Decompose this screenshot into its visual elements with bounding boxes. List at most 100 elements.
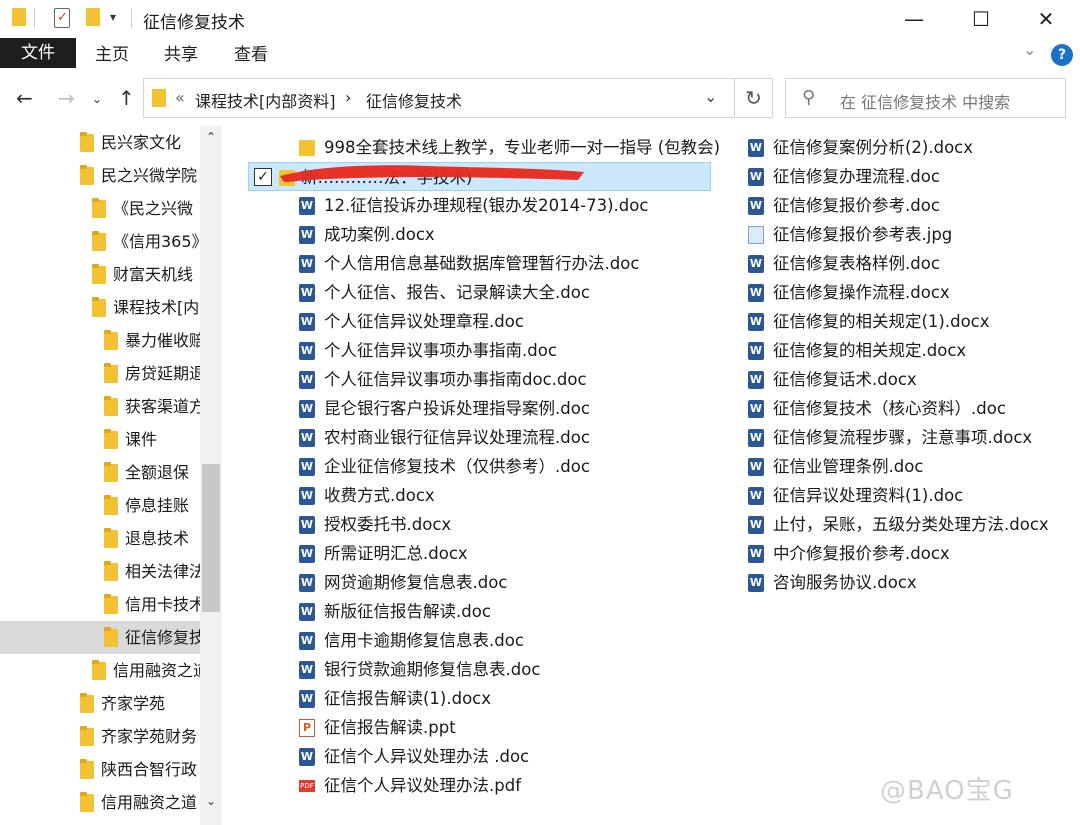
checkbox-icon[interactable]: ✓ [254, 168, 272, 186]
forward-button[interactable]: → [58, 86, 75, 110]
nav-item[interactable]: 课程技术[内 [0, 291, 200, 324]
word-doc-icon: W [299, 313, 315, 331]
file-item[interactable]: W 征信修复话术.docx [697, 365, 1027, 394]
watermark-text: @BAO宝G [880, 776, 1014, 806]
file-item[interactable]: W 征信修复操作流程.docx [697, 278, 1027, 307]
customize-quick-access-icon[interactable]: ▾ [110, 10, 116, 24]
scrollbar-thumb[interactable] [202, 464, 220, 612]
file-item[interactable]: W 征信异议处理资料(1).doc [697, 481, 1027, 510]
file-item[interactable]: W 征信修复案例分析(2).docx [697, 133, 1027, 162]
file-item[interactable]: W 征信修复报价参考.doc [697, 191, 1027, 220]
file-name: 征信修复话术.docx [773, 370, 917, 389]
nav-item[interactable]: 停息挂账 [0, 489, 200, 522]
back-button[interactable]: ← [16, 86, 33, 110]
breadcrumb-item[interactable]: 课程技术[内部资料] [195, 88, 336, 112]
file-item[interactable]: W 征信修复办理流程.doc [697, 162, 1027, 191]
file-item[interactable]: W 征信修复表格样例.doc [697, 249, 1027, 278]
file-item[interactable]: W 网贷逾期修复信息表.doc [248, 568, 708, 597]
file-item[interactable]: W 征信修复的相关规定(1).docx [697, 307, 1027, 336]
breadcrumb-overflow[interactable]: « [175, 88, 185, 107]
file-name: 农村商业银行征信异议处理流程.doc [324, 428, 590, 447]
properties-icon[interactable]: ✓ [54, 8, 70, 28]
address-dropdown-icon[interactable]: ⌄ [704, 87, 717, 106]
nav-item[interactable]: 《民之兴微 [0, 192, 200, 225]
minimize-button[interactable]: — [892, 5, 936, 33]
address-bar[interactable]: « 课程技术[内部资料] › 征信修复技术 ⌄ ↻ [143, 78, 773, 118]
tab-home[interactable]: 主页 [95, 38, 129, 68]
file-item[interactable]: W 个人征信异议事项办事指南doc.doc [248, 365, 708, 394]
file-list: 998全套技术线上教学，专业老师一对一指导 (包教会) ✓ 新…………法：学技术) W… [222, 126, 1080, 825]
file-item[interactable]: W 企业征信修复技术（仅供参考）.doc [248, 452, 708, 481]
tab-share[interactable]: 共享 [164, 38, 198, 68]
file-item[interactable]: W 昆仑银行客户投诉处理指导案例.doc [248, 394, 708, 423]
file-item[interactable]: W 个人征信、报告、记录解读大全.doc [248, 278, 708, 307]
nav-item[interactable]: 财富天机线 [0, 258, 200, 291]
nav-item[interactable]: 信用融资之道 [0, 786, 200, 819]
file-item[interactable]: W 银行贷款逾期修复信息表.doc [248, 655, 708, 684]
file-item[interactable]: 998全套技术线上教学，专业老师一对一指导 (包教会) [248, 133, 720, 162]
search-input[interactable]: ⚲ 在 征信修复技术 中搜索 [785, 78, 1066, 118]
nav-item[interactable]: 房贷延期退 [0, 357, 200, 390]
word-doc-icon: W [299, 545, 315, 563]
file-item[interactable]: W 12.征信投诉办理规程(银办发2014-73).doc [248, 191, 708, 220]
nav-item[interactable]: 课件 [0, 423, 200, 456]
file-item[interactable]: PDF 征信个人异议处理办法.pdf [248, 771, 708, 800]
file-item[interactable]: W 征信修复流程步骤，注意事项.docx [697, 423, 1032, 452]
nav-item[interactable]: 征信修复技 [0, 621, 200, 654]
file-item[interactable]: W 征信修复技术（核心资料）.doc [697, 394, 1027, 423]
nav-item[interactable]: 《信用365》 [0, 225, 200, 258]
file-item[interactable]: W 所需证明汇总.docx [248, 539, 708, 568]
nav-item[interactable]: 齐家学苑 [0, 687, 200, 720]
nav-item-label: 停息挂账 [125, 496, 190, 515]
file-item[interactable]: 征信修复报价参考表.jpg [697, 220, 1027, 249]
nav-item[interactable]: 暴力催收赔 [0, 324, 200, 357]
maximize-button[interactable]: ☐ [959, 5, 1003, 33]
navigation-pane: 民兴家文化 民之兴微学院 《民之兴微 《信用365》 财富天机线 课程技术[内 暴力催收赔房… [0, 126, 222, 825]
file-item[interactable]: W 个人信用信息基础数据库管理暂行办法.doc [248, 249, 708, 278]
file-item[interactable]: W 咨询服务协议.docx [697, 568, 1027, 597]
nav-item[interactable]: 全额退保 [0, 456, 200, 489]
refresh-button[interactable]: ↻ [734, 79, 772, 117]
nav-item[interactable]: 获客渠道方 [0, 390, 200, 423]
file-item[interactable]: W 中介修复报价参考.docx [697, 539, 1027, 568]
file-item[interactable]: W 征信业管理条例.doc [697, 452, 1027, 481]
file-item[interactable]: W 征信修复的相关规定.docx [697, 336, 1027, 365]
nav-item[interactable]: 民兴家文化 [0, 126, 200, 159]
file-item[interactable]: W 农村商业银行征信异议处理流程.doc [248, 423, 708, 452]
file-item[interactable]: W 新版征信报告解读.doc [248, 597, 708, 626]
file-item[interactable]: W 止付，呆账，五级分类处理方法.docx [697, 510, 1049, 539]
nav-item-label: 房贷延期退 [125, 364, 200, 383]
file-item[interactable]: W 征信个人异议处理办法 .doc [248, 742, 708, 771]
up-button[interactable]: ↑ [118, 86, 135, 110]
chevron-down-icon[interactable]: ⌄ [1023, 40, 1036, 59]
breadcrumb-item[interactable]: 征信修复技术 [366, 88, 462, 112]
nav-item[interactable]: 相关法律法 [0, 555, 200, 588]
help-icon[interactable]: ? [1051, 44, 1073, 66]
scroll-down-icon[interactable]: ⌄ [200, 794, 222, 808]
new-folder-icon[interactable] [86, 8, 100, 26]
file-name: 征信异议处理资料(1).doc [773, 486, 964, 505]
nav-item[interactable]: 齐家学苑财务 [0, 720, 200, 753]
nav-item[interactable]: 退息技术 [0, 522, 200, 555]
word-doc-icon: W [299, 197, 315, 215]
folder-icon [152, 89, 166, 107]
nav-item[interactable]: 民之兴微学院 [0, 159, 200, 192]
tab-view[interactable]: 查看 [234, 38, 268, 68]
file-item[interactable]: W 收费方式.docx [248, 481, 708, 510]
nav-item[interactable]: 陕西合智行政 [0, 753, 200, 786]
file-item[interactable]: W 成功案例.docx [248, 220, 708, 249]
nav-scrollbar[interactable]: ⌃ ⌄ [200, 126, 222, 825]
file-item[interactable]: W 授权委托书.docx [248, 510, 708, 539]
close-button[interactable]: ✕ [1024, 5, 1068, 33]
file-item[interactable]: P 征信报告解读.ppt [248, 713, 708, 742]
tab-file[interactable]: 文件 [0, 38, 76, 68]
nav-item[interactable]: 信用卡技术 [0, 588, 200, 621]
scroll-up-icon[interactable]: ⌃ [200, 130, 222, 144]
file-item[interactable]: W 信用卡逾期修复信息表.doc [248, 626, 708, 655]
nav-item[interactable]: 信用融资之道 [0, 654, 200, 687]
file-item[interactable]: W 个人征信异议处理章程.doc [248, 307, 708, 336]
breadcrumb-separator-icon[interactable]: › [345, 88, 351, 107]
file-item[interactable]: W 个人征信异议事项办事指南.doc [248, 336, 708, 365]
recent-locations-button[interactable]: ⌄ [92, 92, 102, 106]
file-item[interactable]: W 征信报告解读(1).docx [248, 684, 708, 713]
